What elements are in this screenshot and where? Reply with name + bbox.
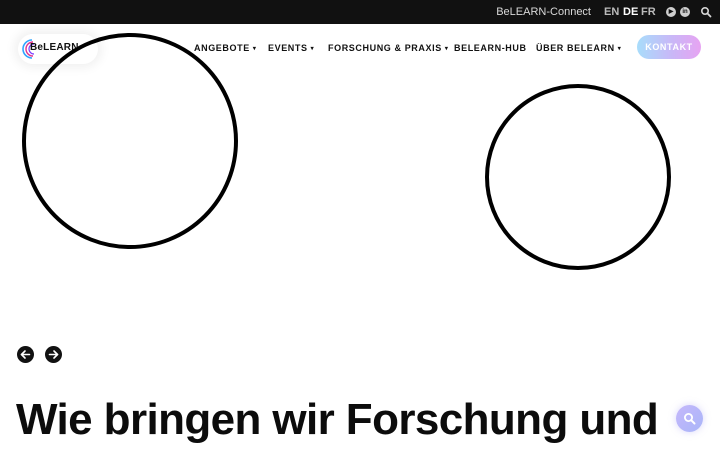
caret-down-icon: ▾ xyxy=(617,46,622,52)
belearn-connect-link[interactable]: BeLEARN-Connect xyxy=(496,6,591,18)
youtube-icon[interactable]: ▶ xyxy=(666,7,676,17)
top-bar: BeLEARN-Connect EN DE FR ▶ in xyxy=(0,0,720,24)
arrow-left-icon xyxy=(20,350,31,359)
language-de-link[interactable]: DE xyxy=(623,6,638,18)
search-icon xyxy=(684,413,696,425)
nav-item-ueber-belearn[interactable]: ÜBER BELEARN ▾ xyxy=(536,43,621,53)
nav-item-label: BELEARN-HUB xyxy=(454,43,527,53)
caret-down-icon: ▾ xyxy=(310,46,315,52)
nav-item-label: EVENTS xyxy=(268,43,308,53)
caret-down-icon: ▾ xyxy=(252,46,257,52)
nav-item-angebote[interactable]: ANGEBOTE ▾ xyxy=(194,43,256,53)
search-icon[interactable] xyxy=(700,6,712,18)
slider-prev-button[interactable] xyxy=(17,346,34,363)
hero-headline: Wie bringen wir Forschung und xyxy=(16,395,659,444)
kontakt-button[interactable]: KONTAKT xyxy=(637,35,701,59)
floating-search-button[interactable] xyxy=(676,405,703,432)
linkedin-icon[interactable]: in xyxy=(680,7,690,17)
arrow-right-icon xyxy=(48,350,59,359)
nav-item-label: ANGEBOTE xyxy=(194,43,250,53)
nav-item-events[interactable]: EVENTS ▾ xyxy=(268,43,314,53)
nav-item-forschung-praxis[interactable]: FORSCHUNG & PRAXIS ▾ xyxy=(328,43,448,53)
nav-item-belearn-hub[interactable]: BELEARN-HUB xyxy=(454,43,527,53)
decorative-circle-right xyxy=(485,84,671,270)
language-fr-link[interactable]: FR xyxy=(641,6,656,18)
nav-item-label: ÜBER BELEARN xyxy=(536,43,615,53)
language-en-link[interactable]: EN xyxy=(604,6,619,18)
decorative-circle-left xyxy=(22,33,238,249)
slider-next-button[interactable] xyxy=(45,346,62,363)
caret-down-icon: ▾ xyxy=(444,46,449,52)
nav-item-label: FORSCHUNG & PRAXIS xyxy=(328,43,442,53)
